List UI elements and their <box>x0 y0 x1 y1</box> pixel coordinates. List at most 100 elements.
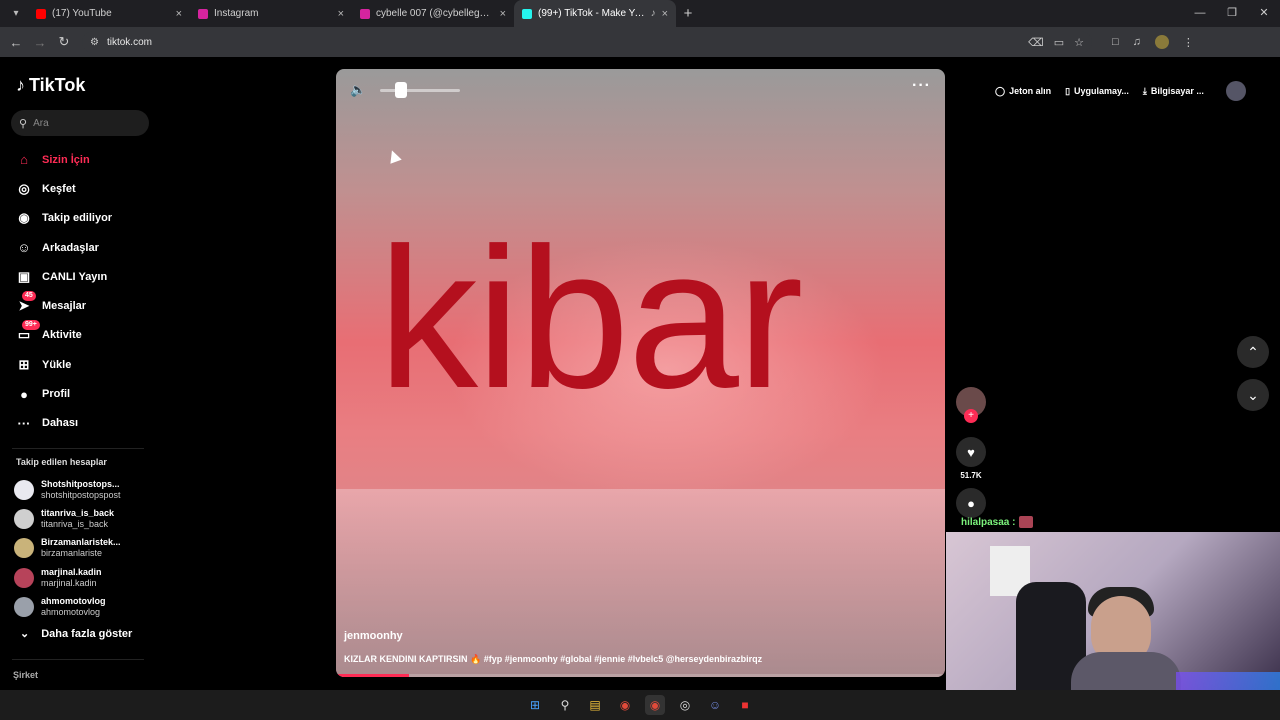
like-button[interactable]: ♥ <box>956 437 986 467</box>
tab-close-icon[interactable]: × <box>662 8 668 20</box>
top-right-actions: ◯ Jeton alın ▯ Uygulamay... ⤓ Bilgisayar… <box>995 81 1246 101</box>
chevron-up-icon: ⌃ <box>1247 343 1259 360</box>
get-coins-label: Jeton alın <box>1009 86 1052 96</box>
os-taskbar: ⊞ ⚲ ▤ ◉ ◉ ◎ ☺ ■ <box>0 690 1280 720</box>
tab-favicon-icon <box>36 8 46 19</box>
browser-menu-icon[interactable]: ⋮ <box>1183 36 1194 49</box>
sidebar-item-label: Arkadaşlar <box>42 241 99 254</box>
tab-title: (99+) TikTok - Make Your Day <box>538 8 645 19</box>
window-controls: — ❐ ✕ <box>1184 0 1280 27</box>
tab-audio-icon[interactable]: ♪ <box>651 8 656 19</box>
tab-close-icon[interactable]: × <box>500 8 506 20</box>
followed-account[interactable]: Shotshitpostops... shotshitpostopspost <box>14 475 154 504</box>
translate-icon[interactable]: ⌫ <box>1028 36 1044 49</box>
show-more-label: Daha fazla göster <box>41 627 133 640</box>
creator-avatar[interactable]: + <box>956 387 986 423</box>
show-more-button[interactable]: ⌄ Daha fazla göster <box>20 627 133 641</box>
volume-control[interactable]: 🔈 <box>348 81 474 99</box>
previous-video-button[interactable]: ⌃ <box>1237 336 1269 368</box>
extensions-icon[interactable]: □ <box>1112 36 1119 48</box>
reload-icon[interactable]: ↻ <box>52 34 76 50</box>
profile-avatar[interactable] <box>1225 81 1246 101</box>
stream-chat-message: hilalpasaa : <box>961 516 1034 528</box>
browser-tab[interactable]: cybelle 007 (@cybellegucluer) • × <box>352 0 514 27</box>
like-count: 51.7K <box>960 471 982 480</box>
account-display-name: marjinal.kadin <box>41 566 102 577</box>
windows-start-icon[interactable]: ⊞ <box>525 695 545 715</box>
sidebar: ♪ TikTok ⚲ Ara ⌂ Sizin İçin ◎ Keşfet ◉ Takip … <box>0 57 160 690</box>
heart-icon: ♥ <box>967 444 975 460</box>
sidebar-item[interactable]: ▣ CANLI Yayın <box>0 262 160 291</box>
chrome-active-icon[interactable]: ◉ <box>645 695 665 715</box>
media-control-icon[interactable]: ♫ <box>1133 36 1141 48</box>
address-bar[interactable]: ⚙ tiktok.com ⌫ ▭ ☆ <box>82 31 1092 53</box>
followed-account[interactable]: titanriva_is_back titanriva_is_back <box>14 504 154 533</box>
nav-divider <box>12 448 144 449</box>
sidebar-item[interactable]: ➤ 45 Mesajlar <box>0 291 160 320</box>
sidebar-item[interactable]: ● Profil <box>0 379 160 408</box>
sidebar-item[interactable]: ⊞ Yükle <box>0 350 160 379</box>
follow-plus-icon[interactable]: + <box>964 409 978 423</box>
followed-account[interactable]: Birzamanlaristek... birzamanlariste <box>14 534 154 563</box>
browser-tab[interactable]: (17) YouTube × <box>28 0 190 27</box>
back-icon[interactable]: ← <box>4 35 28 50</box>
sidebar-item[interactable]: ⌂ Sizin İçin <box>0 145 160 174</box>
install-app-icon[interactable]: ▭ <box>1054 36 1064 49</box>
file-explorer-icon[interactable]: ▤ <box>585 695 605 715</box>
sidebar-item[interactable]: ☺ Arkadaşlar <box>0 233 160 262</box>
browser-tab[interactable]: (99+) TikTok - Make Your Day ♪ × <box>514 0 676 27</box>
comment-button[interactable]: ● <box>956 488 986 518</box>
search-input[interactable]: ⚲ Ara <box>11 110 149 136</box>
sidebar-item[interactable]: ◉ Takip ediliyor <box>0 204 160 233</box>
account-avatar <box>14 538 34 559</box>
video-progress-fill <box>336 674 410 677</box>
obs-icon[interactable]: ◎ <box>675 695 695 715</box>
tab-close-icon[interactable]: × <box>338 8 344 20</box>
video-author[interactable]: jenmoonhy <box>344 630 403 642</box>
next-video-button[interactable]: ⌄ <box>1237 379 1269 411</box>
home-icon: ⌂ <box>20 152 28 168</box>
pc-app-button[interactable]: ⤓ Bilgisayar ... <box>1143 86 1204 97</box>
url-text: tiktok.com <box>106 36 152 48</box>
app-red-icon[interactable]: ■ <box>735 695 755 715</box>
minimize-icon[interactable]: — <box>1184 0 1216 27</box>
more-icon: ··· <box>17 415 31 431</box>
streamer-body <box>1071 652 1181 690</box>
account-handle: shotshitpostopspost <box>41 489 121 500</box>
tab-search-button[interactable]: ▾ <box>4 4 28 24</box>
new-tab-button[interactable]: + <box>676 5 700 22</box>
comment-icon: ● <box>967 495 975 511</box>
sidebar-item[interactable]: ◎ Keşfet <box>0 174 160 203</box>
get-coins-button[interactable]: ◯ Jeton alın <box>995 86 1051 97</box>
volume-slider[interactable] <box>380 81 461 98</box>
discord-icon[interactable]: ☺ <box>705 695 725 715</box>
video-progress-bar[interactable] <box>336 674 945 677</box>
close-window-icon[interactable]: ✕ <box>1248 0 1280 27</box>
chrome-icon[interactable]: ◉ <box>615 695 635 715</box>
tiktok-page: ♪ TikTok ⚲ Ara ⌂ Sizin İçin ◎ Keşfet ◉ Takip … <box>0 57 1280 690</box>
tab-close-icon[interactable]: × <box>176 8 182 20</box>
browser-tab[interactable]: Instagram × <box>190 0 352 27</box>
followed-account[interactable]: marjinal.kadin marjinal.kadin <box>14 563 154 592</box>
browser-profile-avatar[interactable] <box>1154 35 1169 49</box>
volume-slider-handle[interactable] <box>394 81 407 98</box>
company-link[interactable]: Şirket <box>13 670 38 680</box>
sidebar-item-label: Takip ediliyor <box>42 212 113 225</box>
get-app-button[interactable]: ▯ Uygulamay... <box>1065 86 1129 97</box>
bookmark-star-icon[interactable]: ☆ <box>1074 36 1084 49</box>
tiktok-logo[interactable]: ♪ TikTok <box>16 75 85 96</box>
restore-icon[interactable]: ❐ <box>1216 0 1248 27</box>
forward-icon[interactable]: → <box>28 35 52 50</box>
tiktok-note-icon: ♪ <box>16 75 25 95</box>
tab-favicon-icon <box>360 8 370 19</box>
site-info-icon[interactable]: ⚙ <box>90 37 99 48</box>
sidebar-item[interactable]: ··· Dahası <box>0 409 160 438</box>
video-player[interactable]: kibar 🔈 ··· jenmoonhy KIZLAR KENDINI KAP… <box>336 69 945 677</box>
speaker-icon[interactable]: 🔈 <box>350 82 366 98</box>
sidebar-item[interactable]: ▭ 99+ Aktivite <box>0 320 160 350</box>
chat-emote-icon <box>1019 516 1034 528</box>
video-more-options-icon[interactable]: ··· <box>912 77 931 95</box>
stage-dancers <box>336 489 945 677</box>
search-icon[interactable]: ⚲ <box>555 695 575 715</box>
followed-account[interactable]: ahmomotovlog ahmomotovlog <box>14 593 154 622</box>
